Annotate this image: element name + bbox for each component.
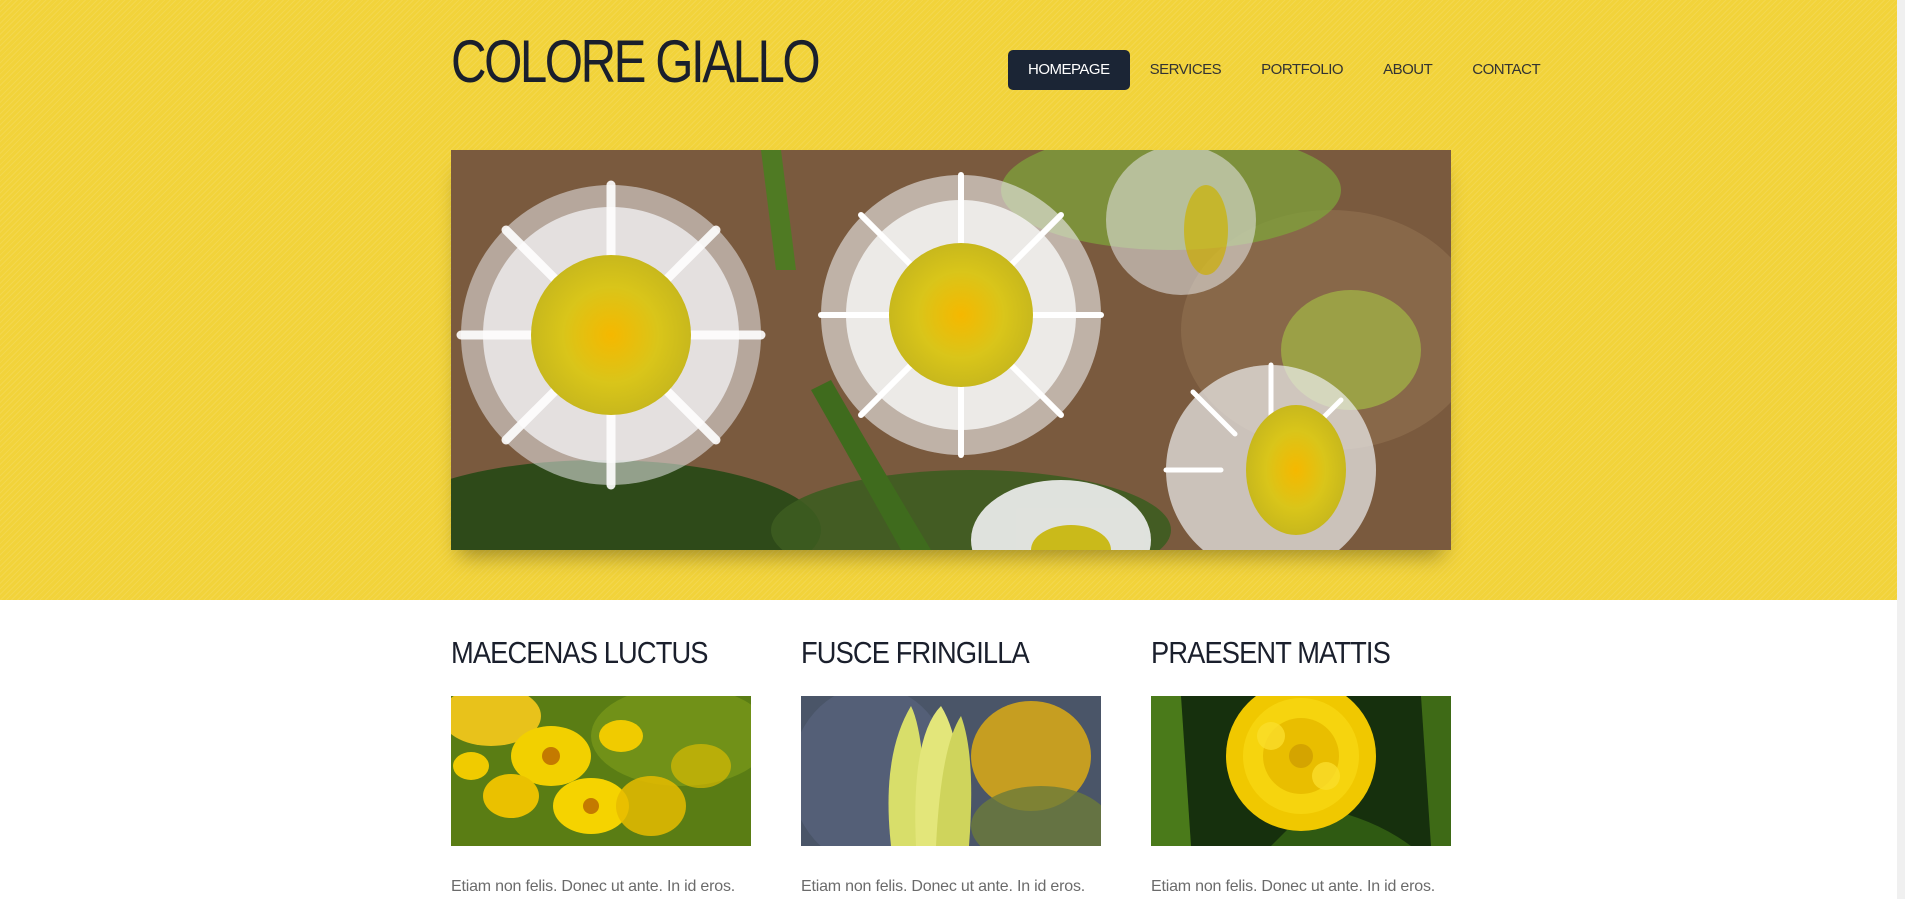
marigold-illustration xyxy=(1151,696,1451,846)
feature-column: MAECENAS LUCTUS Etiam non felis. Donec u… xyxy=(451,632,751,896)
site-title[interactable]: COLORE GIALLO xyxy=(451,30,821,94)
nav-item-contact[interactable]: CONTACT xyxy=(1452,50,1560,90)
nav-item-portfolio[interactable]: PORTFOLIO xyxy=(1241,50,1363,90)
marigold-image xyxy=(1151,696,1451,846)
yellow-daisies-illustration xyxy=(451,696,751,846)
main-nav: HOMEPAGE SERVICES PORTFOLIO ABOUT CONTAC… xyxy=(1008,50,1560,90)
nav-item-homepage[interactable]: HOMEPAGE xyxy=(1008,50,1130,90)
yellow-tulip-image xyxy=(801,696,1101,846)
feature-column: FUSCE FRINGILLA Etiam non felis. Donec u… xyxy=(801,632,1101,896)
nav-item-about[interactable]: ABOUT xyxy=(1363,50,1452,90)
column-text: Etiam non felis. Donec ut ante. In id er… xyxy=(801,878,1086,895)
column-text: Etiam non felis. Donec ut ante. In id er… xyxy=(1151,878,1436,895)
feature-columns: MAECENAS LUCTUS Etiam non felis. Donec u… xyxy=(451,632,1451,896)
feature-column: PRAESENT MATTIS Etiam non felis. Donec u… xyxy=(1151,632,1451,896)
column-title: MAECENAS LUCTUS xyxy=(451,635,708,670)
nav-item-services[interactable]: SERVICES xyxy=(1130,50,1242,90)
scrollbar[interactable] xyxy=(1897,0,1905,899)
column-text: Etiam non felis. Donec ut ante. In id er… xyxy=(451,878,736,895)
hero-banner-image xyxy=(451,150,1451,550)
column-title: FUSCE FRINGILLA xyxy=(801,635,1030,670)
yellow-tulip-illustration xyxy=(801,696,1101,846)
column-title: PRAESENT MATTIS xyxy=(1151,635,1391,670)
yellow-daisies-image xyxy=(451,696,751,846)
white-daisies-illustration xyxy=(451,150,1451,550)
